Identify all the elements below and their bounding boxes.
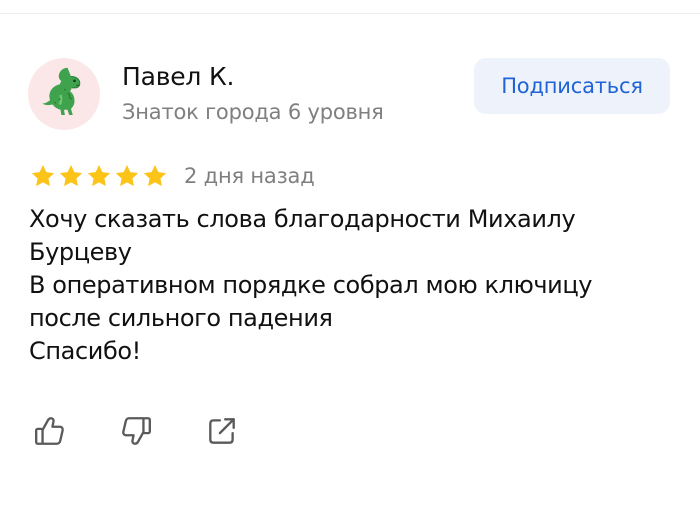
star-icon bbox=[59, 164, 83, 187]
like-button[interactable] bbox=[32, 413, 68, 449]
author-name[interactable]: Павел К. bbox=[122, 62, 234, 91]
share-button[interactable] bbox=[204, 413, 240, 449]
dinosaur-icon bbox=[42, 67, 81, 115]
star-icon bbox=[87, 164, 111, 187]
thumbs-down-icon bbox=[122, 417, 151, 445]
top-divider bbox=[0, 13, 700, 14]
star-icon bbox=[31, 164, 55, 187]
review-text-line: Хочу сказать слова благодарности Михаилу bbox=[29, 205, 576, 233]
thumbs-up-icon bbox=[35, 417, 64, 445]
review-text-line: Бурцеву bbox=[29, 238, 132, 266]
avatar[interactable] bbox=[28, 58, 100, 130]
review-text: Хочу сказать слова благодарности Михаилу… bbox=[29, 203, 679, 368]
review-date: 2 дня назад bbox=[184, 164, 315, 188]
star-icon bbox=[115, 164, 139, 187]
share-icon bbox=[209, 418, 235, 444]
review-text-line: после сильного падения bbox=[29, 304, 333, 332]
review-actions bbox=[32, 413, 240, 449]
review-text-line: В оперативном порядке собрал мою ключицу bbox=[29, 271, 593, 299]
subscribe-button[interactable]: Подписаться bbox=[474, 58, 670, 114]
review-text-line: Спасибо! bbox=[29, 337, 141, 365]
author-level: Знаток города 6 уровня bbox=[122, 100, 384, 124]
star-rating bbox=[30, 163, 168, 189]
dislike-button[interactable] bbox=[118, 413, 154, 449]
star-icon bbox=[143, 164, 167, 187]
